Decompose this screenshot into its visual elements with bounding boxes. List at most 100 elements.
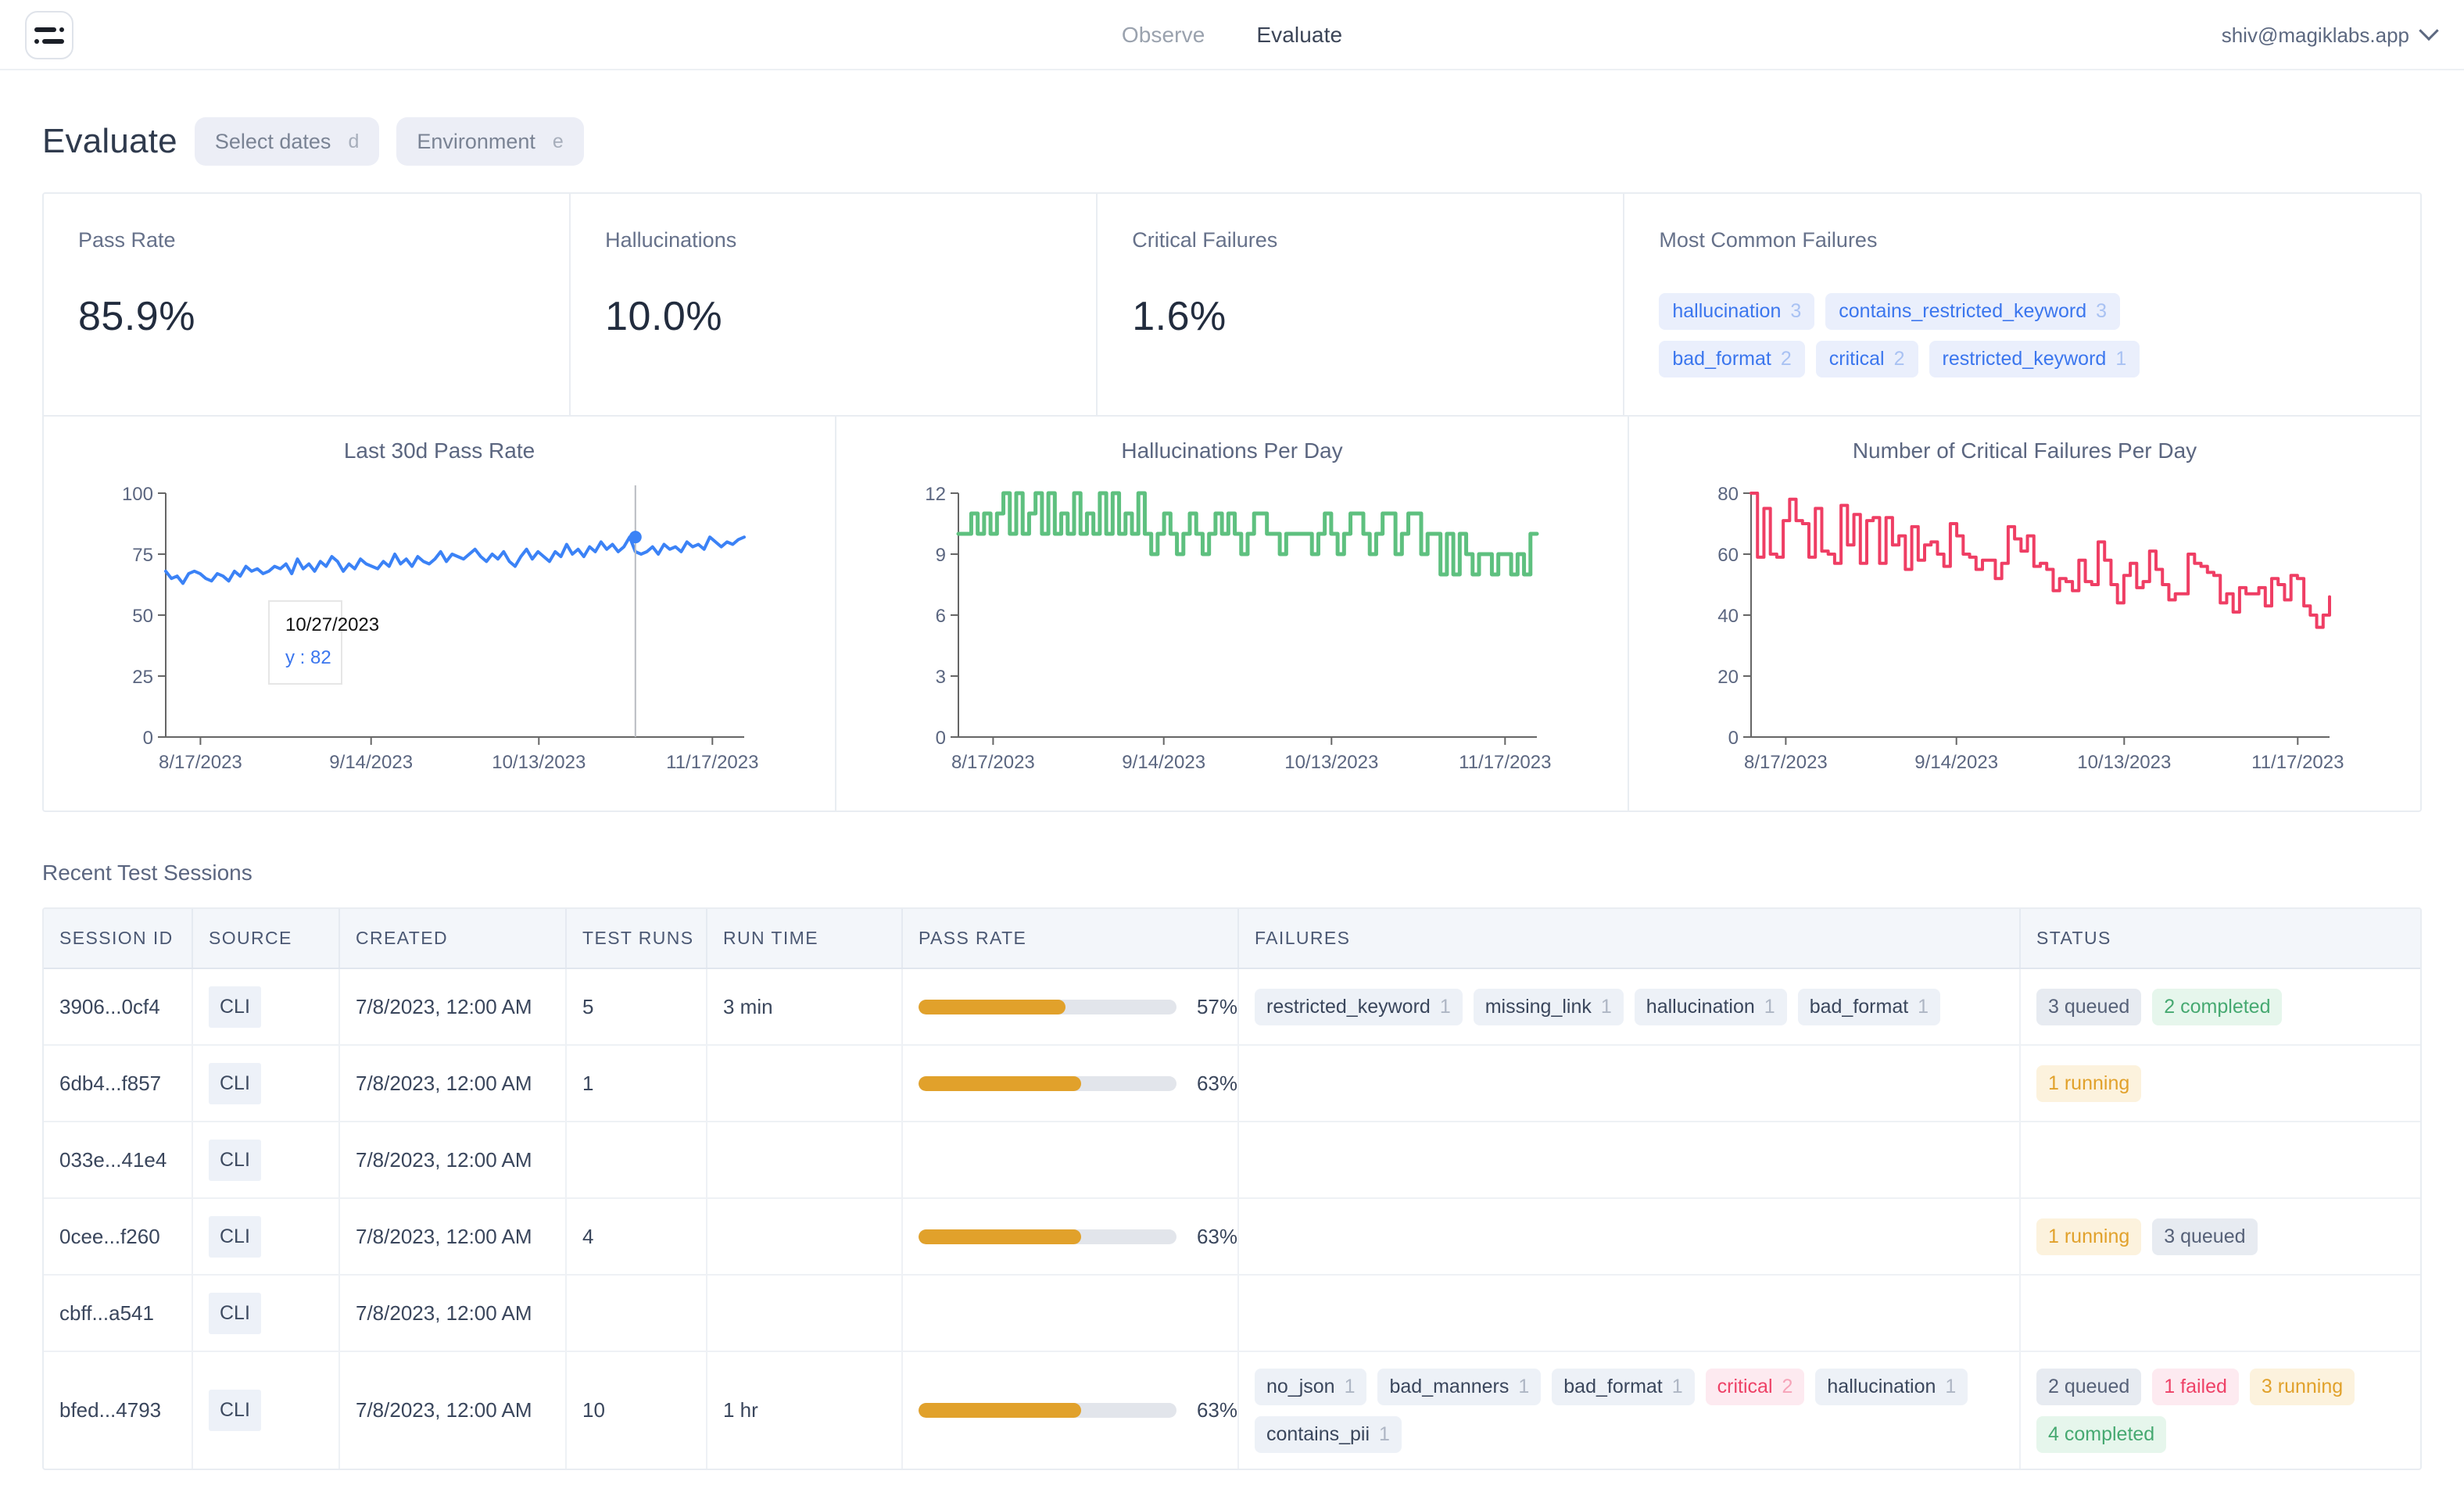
cell-test-runs	[566, 1275, 707, 1352]
cell-status: 1 running	[2020, 1045, 2420, 1122]
failure-tag-name: bad_format	[1672, 348, 1771, 370]
failure-badge-count: 1	[1764, 995, 1775, 1018]
kpi-card-pass-rate: Pass Rate 85.9%	[44, 194, 571, 415]
cell-pass-rate: 63%	[902, 1351, 1239, 1469]
column-header-created[interactable]: CREATED	[339, 909, 567, 969]
status-badge[interactable]: 1 running	[2036, 1065, 2142, 1102]
status-badge[interactable]: 2 queued	[2036, 1368, 2142, 1405]
chart-canvas-pass-rate: 0 25 50 75 100 8/17/2023 9/14/2023 10/13/2023 11…	[44, 471, 835, 784]
app-logo[interactable]	[25, 11, 73, 59]
failure-tag[interactable]: hallucination 3	[1659, 293, 1815, 330]
failure-tag[interactable]: restricted_keyword 1	[1929, 341, 2140, 378]
cell-test-runs	[566, 1122, 707, 1199]
cell-test-runs: 5	[566, 968, 707, 1046]
svg-text:50: 50	[132, 606, 153, 627]
failure-tag-name: contains_restricted_keyword	[1839, 300, 2087, 322]
svg-text:10/13/2023: 10/13/2023	[2077, 752, 2171, 773]
svg-text:9/14/2023: 9/14/2023	[1914, 752, 1998, 773]
failure-tag[interactable]: bad_format 2	[1659, 341, 1805, 378]
svg-text:20: 20	[1717, 667, 1739, 688]
table-row[interactable]: 033e...41e4 CLI 7/8/2023, 12:00 AM	[44, 1122, 2420, 1199]
column-header-session-id[interactable]: SESSION ID	[44, 909, 193, 969]
table-body: 3906...0cf4 CLI 7/8/2023, 12:00 AM 5 3 min 57…	[44, 968, 2420, 1469]
svg-text:9/14/2023: 9/14/2023	[329, 752, 413, 773]
account-menu[interactable]: shiv@magiklabs.app	[2222, 0, 2439, 70]
failure-tag-name: critical	[1828, 348, 1885, 370]
column-header-pass-rate[interactable]: PASS RATE	[902, 909, 1239, 969]
failure-badge[interactable]: restricted_keyword 1	[1255, 988, 1463, 1025]
status-badge[interactable]: 1 failed	[2152, 1368, 2239, 1405]
kpi-card-critical-failures: Critical Failures 1.6%	[1098, 194, 1625, 415]
cell-run-time	[707, 1198, 903, 1276]
failure-badge[interactable]: hallucination 1	[1815, 1368, 1968, 1405]
column-header-test-runs[interactable]: TEST RUNS	[566, 909, 707, 969]
cell-source: CLI	[192, 1198, 340, 1276]
pass-rate-wrapper: 63%	[919, 1072, 1237, 1096]
pass-rate-progress-fill	[919, 1075, 1081, 1091]
environment-label: Environment	[417, 129, 535, 153]
failure-badge[interactable]: bad_format 1	[1552, 1368, 1695, 1405]
top-navigation-bar: Observe Evaluate shiv@magiklabs.app	[0, 0, 2464, 70]
failure-badge-name: hallucination	[1827, 1375, 1936, 1397]
pass-rate-progress-bar	[919, 1403, 1176, 1418]
cell-created: 7/8/2023, 12:00 AM	[339, 1198, 567, 1276]
status-badge[interactable]: 3 queued	[2036, 988, 2142, 1025]
table-row[interactable]: cbff...a541 CLI 7/8/2023, 12:00 AM	[44, 1275, 2420, 1352]
status-badge[interactable]: 1 running	[2036, 1218, 2142, 1255]
cell-created: 7/8/2023, 12:00 AM	[339, 1351, 567, 1469]
cell-session-id: 3906...0cf4	[44, 968, 193, 1046]
environment-shortcut: e	[552, 130, 564, 152]
cell-source: CLI	[192, 968, 340, 1046]
chart-row: Last 30d Pass Rate 0 25 50 75 100 8/17/2023 9/…	[44, 417, 2420, 810]
tooltip-date: 10/27/2023	[285, 614, 380, 635]
logo-dot-icon	[59, 27, 64, 32]
logo-bar-icon	[34, 27, 56, 32]
kpi-value: 85.9%	[78, 294, 195, 339]
column-header-source[interactable]: SOURCE	[192, 909, 340, 969]
failure-badge[interactable]: no_json 1	[1255, 1368, 1367, 1405]
cell-pass-rate: 63%	[902, 1045, 1239, 1122]
cell-source: CLI	[192, 1275, 340, 1352]
status-badge[interactable]: 4 completed	[2036, 1415, 2167, 1453]
status-badge[interactable]: 3 running	[2249, 1368, 2355, 1405]
failure-badge-name: hallucination	[1646, 995, 1755, 1018]
failure-tag[interactable]: contains_restricted_keyword 3	[1825, 293, 2121, 330]
failure-tag[interactable]: critical 2	[1815, 341, 1918, 378]
table-row[interactable]: bfed...4793 CLI 7/8/2023, 12:00 AM 10 1 hr 63…	[44, 1351, 2420, 1469]
nav-item-observe[interactable]: Observe	[1122, 23, 1205, 48]
failure-badge[interactable]: hallucination 1	[1634, 988, 1787, 1025]
failure-badge[interactable]: critical 2	[1705, 1368, 1805, 1405]
cell-test-runs: 10	[566, 1351, 707, 1469]
svg-text:0: 0	[1728, 728, 1739, 749]
source-badge: CLI	[209, 1292, 261, 1334]
most-common-failures-tag-list: hallucination 3 contains_restricted_keywor…	[1659, 293, 2190, 378]
table-row[interactable]: 6db4...f857 CLI 7/8/2023, 12:00 AM 1 63% 1 ru…	[44, 1045, 2420, 1122]
table-row[interactable]: 0cee...f260 CLI 7/8/2023, 12:00 AM 4 63% 1 ru…	[44, 1198, 2420, 1276]
failure-badge[interactable]: missing_link 1	[1473, 988, 1624, 1025]
cell-status: 2 queued 1 failed 3 running 4 completed	[2020, 1351, 2420, 1469]
column-header-run-time[interactable]: RUN TIME	[707, 909, 903, 969]
failure-badge[interactable]: bad_manners 1	[1377, 1368, 1542, 1405]
nav-item-evaluate[interactable]: Evaluate	[1256, 23, 1342, 48]
column-header-status[interactable]: STATUS	[2020, 909, 2420, 969]
failure-badge[interactable]: contains_pii 1	[1255, 1415, 1402, 1453]
source-badge: CLI	[209, 1215, 261, 1258]
failure-badge-count: 1	[1918, 995, 1929, 1018]
cell-pass-rate	[902, 1275, 1239, 1352]
table-row[interactable]: 3906...0cf4 CLI 7/8/2023, 12:00 AM 5 3 min 57…	[44, 968, 2420, 1046]
column-header-failures[interactable]: FAILURES	[1238, 909, 2021, 969]
chart-hallucinations-per-day: Hallucinations Per Day 0 3 6 9 12 8/17/2023 9/…	[836, 417, 1629, 810]
failure-badge-count: 2	[1782, 1375, 1793, 1397]
svg-text:25: 25	[132, 667, 153, 688]
status-badge[interactable]: 2 completed	[2152, 988, 2283, 1025]
environment-filter[interactable]: Environment e	[396, 117, 584, 166]
cell-created: 7/8/2023, 12:00 AM	[339, 968, 567, 1046]
select-dates-filter[interactable]: Select dates d	[194, 117, 380, 166]
cell-failures: no_json 1 bad_manners 1 bad_format 1 critical 2…	[1238, 1351, 2021, 1469]
status-badge[interactable]: 3 queued	[2152, 1218, 2258, 1255]
cell-status: 1 running 3 queued	[2020, 1198, 2420, 1276]
kpi-label: Most Common Failures	[1659, 228, 1878, 252]
cell-test-runs: 1	[566, 1045, 707, 1122]
failure-badge[interactable]: bad_format 1	[1797, 988, 1941, 1025]
logo-row-top	[34, 27, 64, 32]
